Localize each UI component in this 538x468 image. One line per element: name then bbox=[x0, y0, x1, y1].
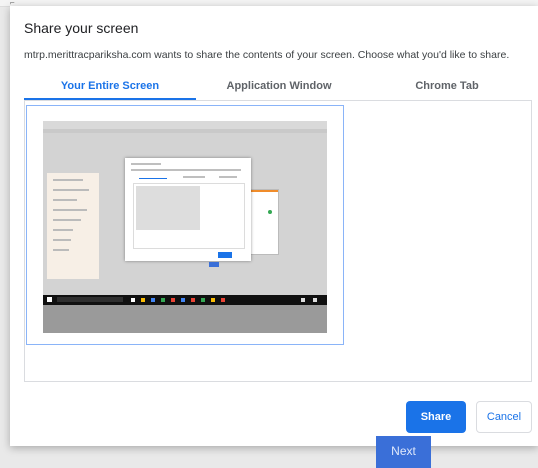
cancel-button[interactable]: Cancel bbox=[476, 401, 532, 433]
background-next-button[interactable]: Next bbox=[376, 436, 431, 468]
share-screen-dialog: Share your screen mtrp.merittracpariksha… bbox=[10, 6, 538, 446]
screen-preview bbox=[43, 121, 327, 333]
tab-entire-screen[interactable]: Your Entire Screen bbox=[24, 76, 196, 100]
preview-sidebar bbox=[47, 173, 99, 279]
share-button[interactable]: Share bbox=[406, 401, 466, 433]
preview-share-dialog bbox=[125, 158, 251, 261]
dialog-title: Share your screen bbox=[24, 20, 139, 36]
dialog-subtitle: mtrp.merittracpariksha.com wants to shar… bbox=[24, 49, 510, 61]
tab-chrome-tab[interactable]: Chrome Tab bbox=[362, 76, 532, 100]
source-tabs: Your Entire Screen Application Window Ch… bbox=[24, 76, 532, 100]
screen-thumbnail[interactable] bbox=[26, 105, 344, 345]
tab-application-window[interactable]: Application Window bbox=[196, 76, 362, 100]
preview-taskbar bbox=[43, 295, 327, 305]
